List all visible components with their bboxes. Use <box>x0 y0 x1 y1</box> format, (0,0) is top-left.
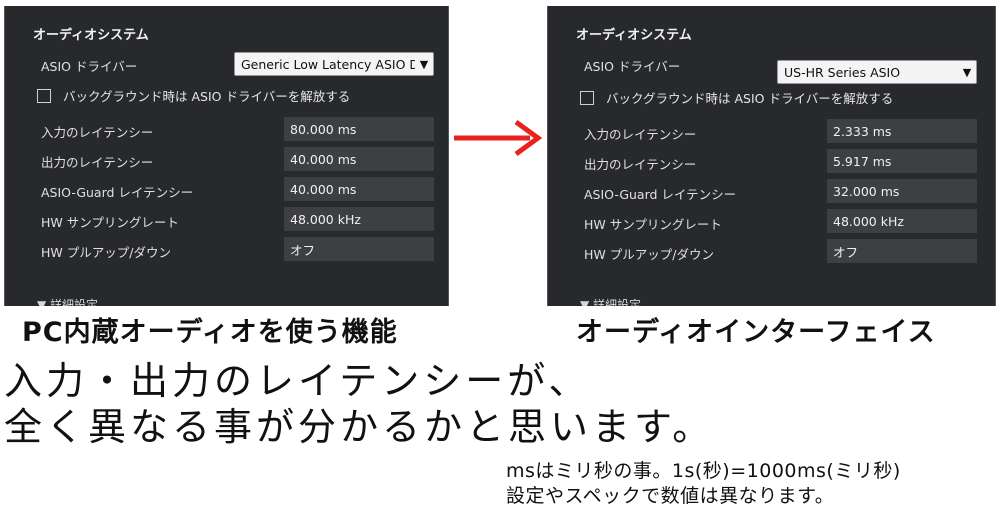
panel-title: オーディオシステム <box>576 28 692 43</box>
asio-guard-latency-value: 32.000 ms <box>827 179 977 203</box>
note-line-1: msはミリ秒の事。1s(秒)=1000ms(ミリ秒) <box>506 460 901 482</box>
left-caption: PC内蔵オーディオを使う機能 <box>22 317 398 348</box>
release-driver-checkbox[interactable] <box>37 88 51 103</box>
asio-driver-label: ASIO ドライバー <box>584 59 681 74</box>
asio-driver-select[interactable]: Generic Low Latency ASIO Dri. ▼ <box>234 52 434 76</box>
input-latency-value: 80.000 ms <box>284 117 434 141</box>
asio-driver-select[interactable]: US-HR Series ASIO ▼ <box>777 60 977 84</box>
release-driver-option[interactable]: バックグラウンド時は ASIO ドライバーを解放する <box>580 88 893 107</box>
hw-sampling-rate-value: 48.000 kHz <box>827 209 977 233</box>
hw-pullup-value: オフ <box>284 237 434 261</box>
right-arrow-icon <box>452 118 544 158</box>
hw-pullup-label: HW プルアップ/ダウン <box>584 247 714 262</box>
input-latency-value: 2.333 ms <box>827 119 977 143</box>
hw-pullup-value: オフ <box>827 239 977 263</box>
asio-guard-latency-value: 40.000 ms <box>284 177 434 201</box>
input-latency-label: 入力のレイテンシー <box>41 125 154 140</box>
output-latency-label: 出力のレイテンシー <box>584 157 697 172</box>
output-latency-value: 5.917 ms <box>827 149 977 173</box>
output-latency-label: 出力のレイテンシー <box>41 155 154 170</box>
hw-sampling-rate-value: 48.000 kHz <box>284 207 434 231</box>
hw-sampling-rate-label: HW サンプリングレート <box>41 215 179 230</box>
release-driver-label: バックグラウンド時は ASIO ドライバーを解放する <box>606 91 894 106</box>
right-caption: オーディオインターフェイス <box>576 317 936 348</box>
advanced-settings-toggle[interactable]: ▼ 詳細設定 <box>580 296 641 306</box>
asio-driver-value: US-HR Series ASIO <box>784 64 901 80</box>
chevron-down-icon: ▼ <box>419 57 429 71</box>
asio-guard-latency-label: ASIO-Guard レイテンシー <box>584 187 737 202</box>
output-latency-value: 40.000 ms <box>284 147 434 171</box>
asio-guard-latency-label: ASIO-Guard レイテンシー <box>41 185 194 200</box>
advanced-settings-toggle[interactable]: ▼ 詳細設定 <box>37 296 98 306</box>
note-line-2: 設定やスペックで数値は異なります。 <box>506 485 835 507</box>
input-latency-label: 入力のレイテンシー <box>584 127 697 142</box>
release-driver-label: バックグラウンド時は ASIO ドライバーを解放する <box>63 89 351 104</box>
main-text-line-2: 全く異なる事が分かるかと思います。 <box>4 405 715 449</box>
release-driver-checkbox[interactable] <box>580 90 594 105</box>
right-audio-system-panel: オーディオシステム ASIO ドライバー US-HR Series ASIO ▼… <box>547 6 996 306</box>
asio-driver-label: ASIO ドライバー <box>41 59 138 74</box>
asio-driver-value: Generic Low Latency ASIO Dri. <box>241 56 415 72</box>
hw-pullup-label: HW プルアップ/ダウン <box>41 245 171 260</box>
hw-sampling-rate-label: HW サンプリングレート <box>584 217 722 232</box>
left-audio-system-panel: オーディオシステム ASIO ドライバー Generic Low Latency… <box>4 6 449 306</box>
release-driver-option[interactable]: バックグラウンド時は ASIO ドライバーを解放する <box>37 86 350 105</box>
panel-title: オーディオシステム <box>33 28 149 43</box>
chevron-down-icon: ▼ <box>962 65 972 79</box>
